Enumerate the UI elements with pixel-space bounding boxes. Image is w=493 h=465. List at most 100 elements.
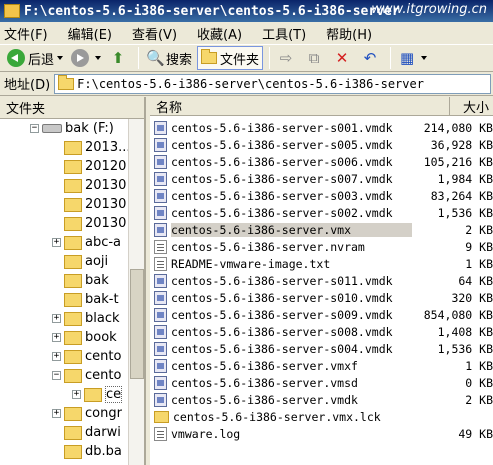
tree-item-label: 2013... [85, 140, 130, 155]
name-column-header[interactable]: 名称 [150, 97, 450, 116]
tree-item[interactable]: 20130 [0, 195, 130, 214]
tree-item[interactable]: 20120 [0, 157, 130, 176]
file-row[interactable]: centos-5.6-i386-server.nvram 9 KB [150, 238, 493, 255]
file-row[interactable]: centos-5.6-i386-server-s002.vmdk 1,536 KB [150, 204, 493, 221]
file-row[interactable]: centos-5.6-i386-server-s001.vmdk 214,080 … [150, 119, 493, 136]
nvram-icon [154, 239, 167, 254]
tree-item[interactable]: 2013... [0, 138, 130, 157]
address-field[interactable]: F:\centos-5.6-i386-server\centos-5.6-i38… [54, 73, 491, 94]
tree-item[interactable]: + book [0, 328, 130, 347]
copy-to-button[interactable]: ⧉ [302, 46, 328, 70]
vmdk-icon [154, 171, 167, 186]
tree-item[interactable]: + ce [0, 385, 130, 404]
vmdk-icon [154, 392, 167, 407]
file-row[interactable]: centos-5.6-i386-server-s005.vmdk 36,928 K… [150, 136, 493, 153]
delete-button[interactable]: ✕ [330, 46, 356, 70]
file-size: 2 KB [465, 392, 493, 407]
file-row[interactable]: centos-5.6-i386-server-s010.vmdk 320 KB [150, 289, 493, 306]
tree-expander-icon[interactable]: + [52, 238, 61, 247]
toolbar-separator [390, 47, 392, 69]
file-row[interactable]: centos-5.6-i386-server.vmsd 0 KB [150, 374, 493, 391]
scrollbar-thumb[interactable] [130, 269, 144, 379]
menu-file[interactable]: 文件(F) [4, 24, 48, 43]
views-button[interactable]: ▦ [395, 46, 430, 70]
tree-item[interactable]: + abc-a [0, 233, 130, 252]
tree-item[interactable]: 20130 [0, 214, 130, 233]
tree-expander-icon[interactable]: + [52, 314, 61, 323]
tree-expander-icon[interactable]: + [52, 409, 61, 418]
tree-expander-icon[interactable]: − [52, 371, 61, 380]
copy-to-icon: ⧉ [308, 49, 320, 67]
tree-item[interactable]: bak [0, 271, 130, 290]
file-row[interactable]: centos-5.6-i386-server-s011.vmdk 64 KB [150, 272, 493, 289]
size-column-header[interactable]: 大小 [450, 97, 493, 116]
file-row[interactable]: centos-5.6-i386-server.vmx 2 KB [150, 221, 493, 238]
vmdk-icon [154, 273, 167, 288]
menu-edit[interactable]: 编辑(E) [68, 24, 112, 43]
file-row[interactable]: centos-5.6-i386-server-s003.vmdk 83,264 K… [150, 187, 493, 204]
file-name: centos-5.6-i386-server-s006.vmdk [171, 154, 393, 169]
tree-item-label: darwi [85, 425, 121, 440]
file-name: centos-5.6-i386-server.vmxf [171, 358, 358, 373]
drive-icon [42, 124, 62, 133]
folder-icon [64, 178, 82, 193]
tree-item-label: cento [85, 368, 122, 383]
forward-button[interactable] [68, 46, 104, 70]
file-size: 83,264 KB [430, 188, 493, 203]
back-button[interactable]: 后退 [4, 46, 66, 70]
toolbar-separator [269, 47, 271, 69]
tree-item[interactable]: − cento [0, 366, 130, 385]
text-file-icon [154, 426, 167, 441]
folder-pane-header: 文件夹 [0, 97, 144, 119]
tree-item[interactable]: bak-t [0, 290, 130, 309]
tree-item[interactable]: darwi [0, 423, 130, 442]
tree-item[interactable]: − bak (F:) [0, 119, 130, 138]
folder-icon [154, 410, 169, 423]
menu-favorites[interactable]: 收藏(A) [197, 24, 242, 43]
folder-icon [64, 254, 82, 269]
menu-view[interactable]: 查看(V) [132, 24, 177, 43]
file-name: README-vmware-image.txt [171, 256, 331, 271]
folders-button[interactable]: 文件夹 [197, 46, 264, 70]
file-row[interactable]: centos-5.6-i386-server.vmxf 1 KB [150, 357, 493, 374]
search-label: 搜索 [166, 52, 193, 68]
folder-pane-title: 文件夹 [6, 102, 46, 117]
undo-icon: ↶ [363, 49, 377, 67]
tree-expander-icon[interactable]: + [52, 352, 61, 361]
folder-tree: − bak (F:) 2013... 20120 20130 20130 20130 + abc… [0, 119, 130, 461]
title-bar[interactable]: F:\centos-5.6-i386-server\centos-5.6-i38… [0, 0, 493, 22]
menu-help[interactable]: 帮助(H) [326, 24, 372, 43]
file-row[interactable]: centos-5.6-i386-server.vmdk 2 KB [150, 391, 493, 408]
tree-item[interactable]: + black [0, 309, 130, 328]
tree-item[interactable]: + congr [0, 404, 130, 423]
file-row[interactable]: README-vmware-image.txt 1 KB [150, 255, 493, 272]
undo-button[interactable]: ↶ [358, 46, 384, 70]
file-row[interactable]: vmware.log 49 KB [150, 425, 493, 442]
tree-item-label: bak (F:) [65, 121, 114, 136]
tree-item[interactable]: aoji [0, 252, 130, 271]
file-name: vmware.log [171, 426, 241, 441]
folder-tree-scrollbar[interactable] [128, 119, 144, 465]
file-row[interactable]: centos-5.6-i386-server-s009.vmdk 854,080 … [150, 306, 493, 323]
move-to-button[interactable]: ⇨ [274, 46, 300, 70]
views-dropdown-icon [421, 56, 428, 60]
tree-expander-icon[interactable]: + [52, 333, 61, 342]
tree-item-label: cento [85, 349, 122, 364]
up-button[interactable]: ⬆ [106, 46, 132, 70]
file-row[interactable]: centos-5.6-i386-server-s004.vmdk 1,536 KB [150, 340, 493, 357]
folder-icon [4, 4, 20, 18]
file-row[interactable]: centos-5.6-i386-server.vmx.lck [150, 408, 493, 425]
tree-item[interactable]: + cento [0, 347, 130, 366]
menu-tools[interactable]: 工具(T) [262, 24, 306, 43]
search-button[interactable]: 🔍 搜索 [143, 46, 195, 70]
folder-icon [64, 235, 82, 250]
tree-expander-icon[interactable]: + [72, 390, 81, 399]
file-row[interactable]: centos-5.6-i386-server-s007.vmdk 1,984 KB [150, 170, 493, 187]
move-to-icon: ⇨ [279, 49, 293, 67]
file-row[interactable]: centos-5.6-i386-server-s008.vmdk 1,408 KB [150, 323, 493, 340]
tree-item[interactable]: db.ba [0, 442, 130, 461]
tree-expander-icon[interactable]: − [30, 124, 39, 133]
file-row[interactable]: centos-5.6-i386-server-s006.vmdk 105,216 … [150, 153, 493, 170]
tree-item[interactable]: 20130 [0, 176, 130, 195]
file-size: 1,408 KB [437, 324, 493, 339]
